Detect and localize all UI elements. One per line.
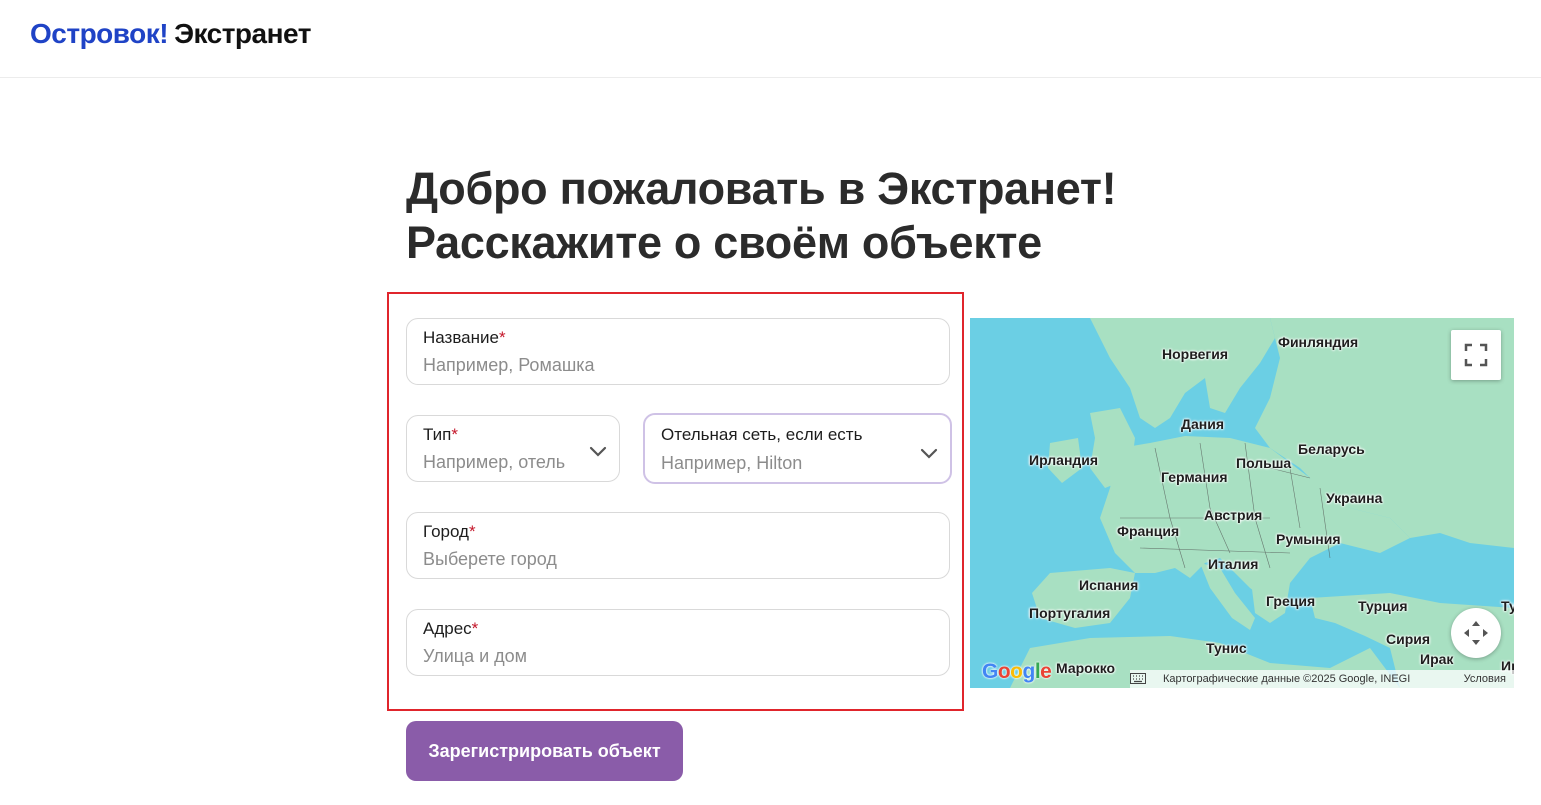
type-label: Тип*: [423, 425, 458, 444]
logo-product: Экстранет: [174, 18, 311, 49]
map-label: Ту: [1501, 598, 1514, 614]
map-label: Франция: [1117, 523, 1180, 539]
map-label: Германия: [1161, 469, 1228, 485]
page-title-line-1: Добро пожаловать в Экстранет!: [406, 163, 1117, 214]
map-attribution: Картографические данные ©2025 Google, IN…: [1163, 673, 1411, 685]
map-label: Румыния: [1276, 531, 1341, 547]
map-label: Греция: [1266, 593, 1316, 609]
address-label: Адрес*: [423, 619, 479, 638]
name-field[interactable]: Название* Например, Ромашка: [406, 318, 950, 385]
map-label: Ирак: [1420, 651, 1454, 667]
type-placeholder: Например, отель: [423, 452, 566, 472]
logo-brand: Островок!: [30, 18, 169, 49]
logo[interactable]: Островок! Экстранет: [30, 18, 311, 50]
map-label: Италия: [1208, 556, 1259, 572]
map-label: Тунис: [1206, 640, 1247, 656]
fullscreen-icon: [1464, 343, 1488, 367]
required-marker: *: [451, 425, 458, 444]
chevron-down-icon[interactable]: [920, 448, 938, 460]
google-logo[interactable]: Google: [982, 660, 1052, 684]
required-marker: *: [468, 522, 476, 541]
map-label: Турция: [1358, 598, 1408, 614]
city-label: Город*: [423, 522, 476, 541]
address-field[interactable]: Адрес* Улица и дом: [406, 609, 950, 676]
pan-control-button[interactable]: [1451, 608, 1501, 658]
map-label: Ирландия: [1029, 452, 1099, 468]
page-title: Добро пожаловать в Экстранет! Расскажите…: [406, 162, 1117, 270]
fullscreen-button[interactable]: [1451, 330, 1501, 380]
city-placeholder: Выберете город: [423, 549, 557, 569]
header: Островок! Экстранет: [0, 0, 1541, 78]
move-arrows-icon: [1464, 621, 1488, 645]
map-label: Испания: [1079, 577, 1139, 593]
map[interactable]: Норвегия Финляндия Дания Ирландия Белару…: [970, 318, 1514, 688]
type-select[interactable]: Тип* Например, отель: [406, 415, 620, 482]
map-label: Марокко: [1056, 660, 1116, 676]
page-title-line-2: Расскажите о своём объекте: [406, 217, 1042, 268]
keyboard-icon[interactable]: [1130, 673, 1146, 684]
address-placeholder: Улица и дом: [423, 646, 528, 666]
map-label: Норвегия: [1162, 346, 1229, 362]
map-terms-link[interactable]: Условия: [1464, 673, 1506, 685]
map-label: Сирия: [1386, 631, 1431, 647]
map-footer: Картографические данные ©2025 Google, IN…: [1130, 670, 1514, 688]
chevron-down-icon[interactable]: [589, 446, 607, 458]
map-land: [1010, 318, 1514, 688]
map-label: Португалия: [1029, 605, 1111, 621]
register-property-button[interactable]: Зарегистрировать объект: [406, 721, 683, 781]
map-label: Польша: [1236, 455, 1292, 471]
required-marker: *: [471, 619, 479, 638]
hotel-chain-label: Отельная сеть, если есть: [661, 425, 863, 444]
map-label: Беларусь: [1298, 441, 1365, 457]
city-field[interactable]: Город* Выберете город: [406, 512, 950, 579]
name-label: Название*: [423, 328, 506, 347]
map-label: Дания: [1181, 416, 1224, 432]
required-marker: *: [498, 328, 506, 347]
map-label: Австрия: [1204, 507, 1263, 523]
map-label: Финляндия: [1278, 334, 1359, 350]
map-label: Украина: [1326, 490, 1383, 506]
name-placeholder: Например, Ромашка: [423, 355, 595, 375]
hotel-chain-placeholder: Например, Hilton: [661, 453, 803, 473]
hotel-chain-select[interactable]: Отельная сеть, если есть Например, Hilto…: [643, 413, 952, 484]
